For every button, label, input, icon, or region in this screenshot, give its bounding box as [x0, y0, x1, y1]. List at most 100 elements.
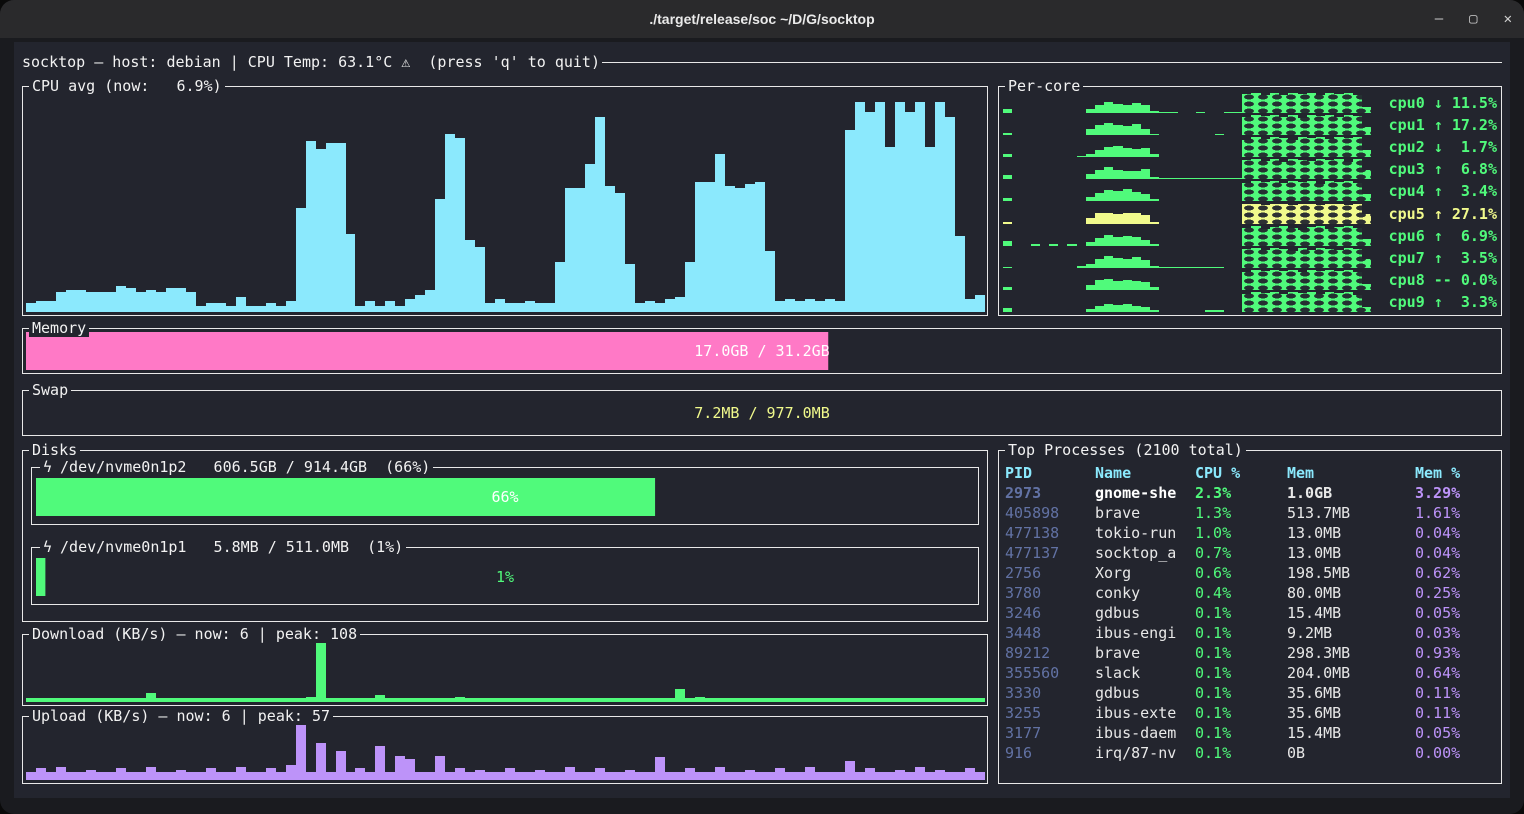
- chart-bar: [186, 772, 196, 780]
- sparkline-bar: [1141, 307, 1150, 312]
- window-title: ./target/release/soc ~/D/G/socktop: [130, 11, 1394, 27]
- sparkline-dither-texture: [1242, 204, 1371, 224]
- chart-bar: [106, 698, 116, 702]
- core-row: cpu3 ↑ 6.8%: [1003, 159, 1497, 179]
- chart-bar: [36, 301, 46, 312]
- sparkline-bar: [1113, 170, 1122, 180]
- sparkline-bar: [1123, 259, 1132, 268]
- chart-bar: [545, 698, 555, 702]
- sparkline-bar: [1123, 189, 1132, 201]
- chart-bar: [385, 301, 395, 312]
- chart-bar: [146, 767, 156, 781]
- chart-bar: [405, 299, 415, 312]
- chart-bar: [925, 772, 935, 780]
- chart-bar: [346, 698, 356, 702]
- process-row[interactable]: 2973gnome-she2.3%1.0GB3.29%: [1005, 483, 1497, 503]
- sparkline-bar: [1104, 102, 1113, 113]
- process-cell-pid: 477138: [1005, 523, 1095, 543]
- process-cell-pid: 405898: [1005, 503, 1095, 523]
- process-row[interactable]: 3246gdbus0.1%15.4MB0.05%: [1005, 603, 1497, 623]
- maximize-button[interactable]: ▢: [1467, 10, 1479, 28]
- chart-bar: [735, 188, 745, 312]
- sparkline-bar: [1086, 218, 1095, 224]
- cpu-avg-title: CPU avg (now: 6.9%): [29, 77, 225, 95]
- sparkline-bar: [1104, 123, 1113, 135]
- process-row[interactable]: 3330gdbus0.1%35.6MB0.11%: [1005, 683, 1497, 703]
- sparkline-bar: [1150, 111, 1159, 113]
- chart-bar: [76, 290, 86, 312]
- process-row[interactable]: 3780conky0.4%80.0MB0.25%: [1005, 583, 1497, 603]
- chart-bar: [935, 770, 945, 780]
- chart-bar: [296, 725, 306, 780]
- process-cell-cpu: 0.1%: [1195, 703, 1287, 723]
- process-row[interactable]: 2756Xorg0.6%198.5MB0.62%: [1005, 563, 1497, 583]
- chart-bar: [425, 772, 435, 780]
- app-header-text: socktop — host: debian | CPU Temp: 63.1°…: [22, 53, 600, 71]
- titlebar[interactable]: ./target/release/soc ~/D/G/socktop – ▢ ✕: [0, 0, 1524, 38]
- chart-bar: [106, 772, 116, 780]
- process-cell-memp: 0.04%: [1415, 543, 1497, 563]
- process-cell-cpu: 0.1%: [1195, 603, 1287, 623]
- chart-bar: [166, 288, 176, 312]
- core-label: cpu5 ↑ 27.1%: [1377, 204, 1497, 224]
- process-row[interactable]: 355560slack0.1%204.0MB0.64%: [1005, 663, 1497, 683]
- chart-bar: [885, 147, 895, 312]
- chart-bar: [625, 264, 635, 312]
- sparkline-bar: [1169, 178, 1178, 179]
- chart-bar: [316, 743, 326, 780]
- chart-bar: [595, 768, 605, 780]
- process-row[interactable]: 3177ibus-daem0.1%15.4MB0.05%: [1005, 723, 1497, 743]
- sparkline-bar: [1187, 267, 1196, 268]
- chart-bar: [66, 772, 76, 780]
- core-label: cpu6 ↑ 6.9%: [1377, 226, 1497, 246]
- chart-bar: [755, 772, 765, 780]
- chart-bar: [66, 290, 76, 312]
- chart-bar: [86, 698, 96, 702]
- process-row[interactable]: 3448ibus-engi0.1%9.2MB0.03%: [1005, 623, 1497, 643]
- sparkline-bar: [1003, 241, 1012, 245]
- process-row[interactable]: 916irq/87-nv0.1%0B0.00%: [1005, 743, 1497, 763]
- process-cell-mem: 15.4MB: [1287, 603, 1415, 623]
- process-cell-cpu: 0.7%: [1195, 543, 1287, 563]
- core-label: cpu9 ↑ 3.3%: [1377, 292, 1497, 312]
- minimize-button[interactable]: –: [1433, 10, 1445, 28]
- core-sparkline: [1003, 115, 1371, 135]
- sparkline-bar: [1113, 214, 1122, 224]
- chart-bar: [375, 746, 385, 780]
- chart-bar: [485, 303, 495, 312]
- chart-bar: [665, 299, 675, 312]
- chart-bar: [865, 768, 875, 780]
- sparkline-bar: [1169, 112, 1178, 113]
- process-cell-mem: 0B: [1287, 743, 1415, 763]
- process-cell-pid: 3780: [1005, 583, 1095, 603]
- chart-bar: [595, 117, 605, 312]
- process-row[interactable]: 89212brave0.1%298.3MB0.93%: [1005, 643, 1497, 663]
- disk-info-text: /dev/nvme0n1p2 606.5GB / 914.4GB (66%): [60, 458, 430, 476]
- process-row[interactable]: 3255ibus-exte0.1%35.6MB0.11%: [1005, 703, 1497, 723]
- chart-bar: [585, 772, 595, 780]
- disks-title: Disks: [29, 441, 80, 459]
- chart-bar: [765, 698, 775, 702]
- chart-bar: [56, 698, 66, 702]
- chart-bar: [346, 772, 356, 780]
- chart-bar: [445, 134, 455, 312]
- process-row[interactable]: 477137socktop_a0.7%13.0MB0.04%: [1005, 543, 1497, 563]
- core-sparkline: [1003, 292, 1371, 312]
- chart-bar: [485, 698, 495, 702]
- close-button[interactable]: ✕: [1502, 10, 1514, 28]
- chart-bar: [715, 767, 725, 781]
- chart-bar: [585, 164, 595, 312]
- sparkline-bar: [1141, 105, 1150, 113]
- chart-bar: [216, 303, 226, 312]
- process-cell-cpu: 1.3%: [1195, 503, 1287, 523]
- process-cell-pid: 3246: [1005, 603, 1095, 623]
- chart-bar: [635, 772, 645, 780]
- memory-gauge: 17.0GB / 31.2GB17.0GB / 31.2GB: [26, 332, 1498, 370]
- sparkline-bar: [1150, 222, 1159, 224]
- process-row[interactable]: 477138tokio-run1.0%13.0MB0.04%: [1005, 523, 1497, 543]
- chart-bar: [635, 698, 645, 702]
- process-row[interactable]: 405898brave1.3%513.7MB1.61%: [1005, 503, 1497, 523]
- chart-bar: [595, 698, 605, 702]
- chart-bar: [535, 698, 545, 702]
- chart-bar: [915, 698, 925, 702]
